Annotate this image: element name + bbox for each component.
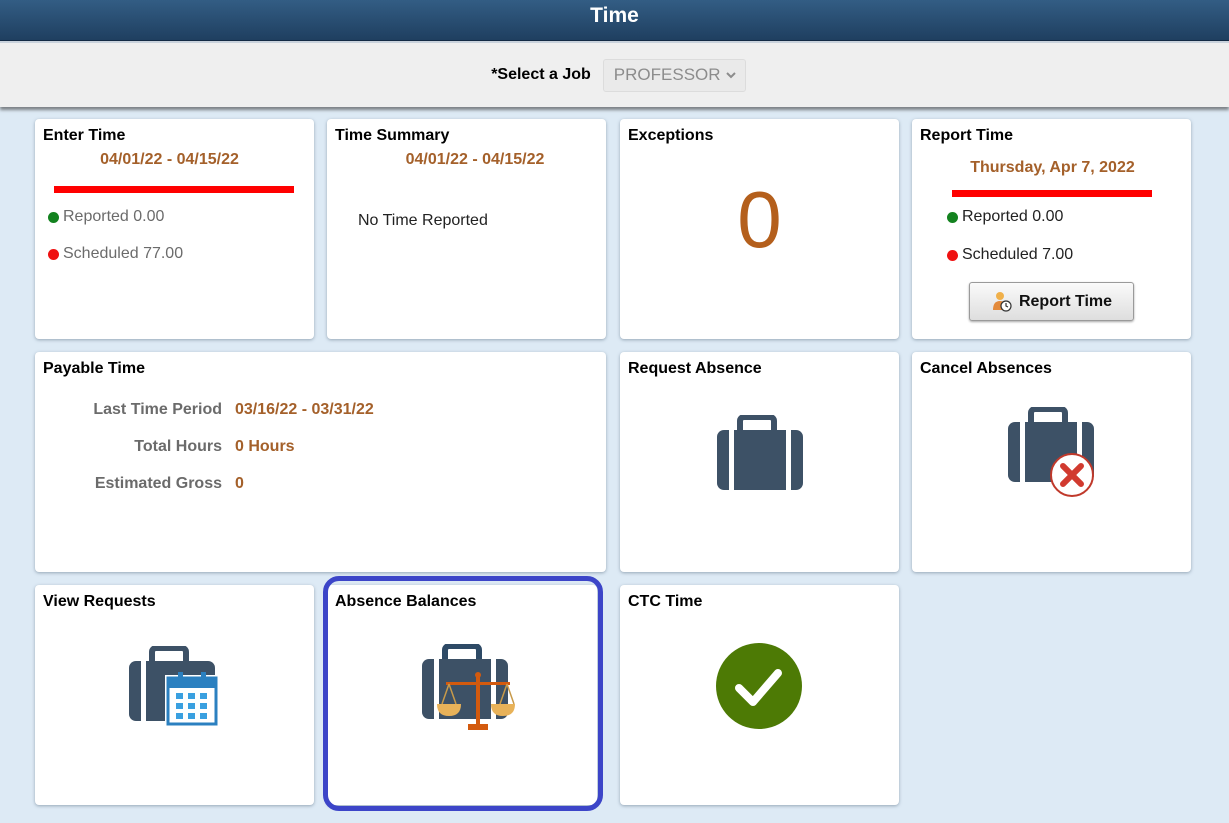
- report-date: Thursday, Apr 7, 2022: [970, 159, 1135, 176]
- red-dot-icon: [947, 249, 958, 261]
- reported-hours: Reported 0.00: [48, 208, 164, 226]
- tile-title: Exceptions: [628, 127, 714, 144]
- payable-row-total-hours: Total Hours 0 Hours: [43, 438, 295, 456]
- reported-text: Reported 0.00: [63, 208, 165, 225]
- job-select-value: PROFESSOR: [613, 65, 721, 84]
- report-time-button[interactable]: Report Time: [969, 282, 1134, 321]
- job-select[interactable]: PROFESSOR: [602, 58, 746, 92]
- payable-label: Estimated Gross: [94, 475, 222, 492]
- red-dot-icon: [48, 248, 59, 260]
- tile-cancel-absences[interactable]: Cancel Absences: [912, 352, 1191, 572]
- tile-title: Payable Time: [43, 360, 145, 377]
- payable-value: 0: [235, 475, 244, 492]
- tile-title: Report Time: [920, 127, 1014, 144]
- green-dot-icon: [48, 211, 59, 223]
- reported-text: Reported 0.00: [962, 208, 1064, 225]
- tile-title: Cancel Absences: [920, 360, 1052, 377]
- period-dates: 04/01/22 - 04/15/22: [405, 151, 545, 168]
- tile-title: CTC Time: [628, 593, 703, 610]
- tile-exceptions[interactable]: Exceptions 0: [620, 119, 899, 339]
- briefcase-cancel-icon: [1008, 407, 1094, 497]
- progress-bar: [952, 190, 1152, 197]
- briefcase-scales-icon: [422, 644, 515, 730]
- exceptions-count: 0: [737, 175, 782, 264]
- reported-hours: Reported 0.00: [947, 208, 1063, 226]
- payable-label: Total Hours: [134, 438, 222, 455]
- tile-title: Enter Time: [43, 127, 126, 144]
- tile-title: Absence Balances: [335, 593, 477, 610]
- scheduled-text: Scheduled 77.00: [63, 245, 184, 262]
- person-clock-icon: [992, 291, 1012, 312]
- payable-row-estimated-gross: Estimated Gross 0: [43, 475, 244, 493]
- tile-absence-balances[interactable]: Absence Balances: [327, 585, 597, 805]
- tile-enter-time[interactable]: Enter Time 04/01/22 - 04/15/22 Reported …: [35, 119, 314, 339]
- tile-request-absence[interactable]: Request Absence: [620, 352, 899, 572]
- tile-time-summary[interactable]: Time Summary 04/01/22 - 04/15/22 No Time…: [327, 119, 606, 339]
- tile-title: Time Summary: [335, 127, 450, 144]
- report-time-button-label: Report Time: [1018, 292, 1113, 310]
- payable-value: 03/16/22 - 03/31/22: [235, 401, 374, 418]
- page-title: Time: [590, 4, 639, 27]
- payable-value: 0 Hours: [235, 438, 295, 455]
- tile-ctc-time[interactable]: CTC Time: [620, 585, 899, 805]
- chevron-down-icon: [726, 71, 736, 78]
- payable-row-last-period: Last Time Period 03/16/22 - 03/31/22: [43, 401, 374, 419]
- tile-title: Request Absence: [628, 360, 762, 377]
- period-dates: 04/01/22 - 04/15/22: [100, 151, 239, 168]
- green-check-icon: [716, 643, 802, 729]
- tile-report-time[interactable]: Report Time Thursday, Apr 7, 2022 Report…: [912, 119, 1191, 339]
- tile-view-requests[interactable]: View Requests: [35, 585, 314, 805]
- progress-bar: [54, 186, 294, 193]
- scheduled-hours: Scheduled 7.00: [947, 246, 1073, 264]
- no-time-message: No Time Reported: [358, 212, 488, 229]
- tile-title: View Requests: [43, 593, 156, 610]
- select-job-label: *Select a Job: [491, 66, 591, 83]
- page-banner: Time: [0, 0, 1229, 41]
- green-dot-icon: [947, 211, 958, 223]
- briefcase-calendar-icon: [129, 646, 219, 727]
- scheduled-text: Scheduled 7.00: [962, 246, 1074, 263]
- briefcase-icon: [717, 415, 803, 490]
- scheduled-hours: Scheduled 77.00: [48, 245, 183, 263]
- tile-payable-time[interactable]: Payable Time Last Time Period 03/16/22 -…: [35, 352, 606, 572]
- job-selector-bar: *Select a Job PROFESSOR: [0, 41, 1229, 107]
- payable-label: Last Time Period: [93, 401, 222, 418]
